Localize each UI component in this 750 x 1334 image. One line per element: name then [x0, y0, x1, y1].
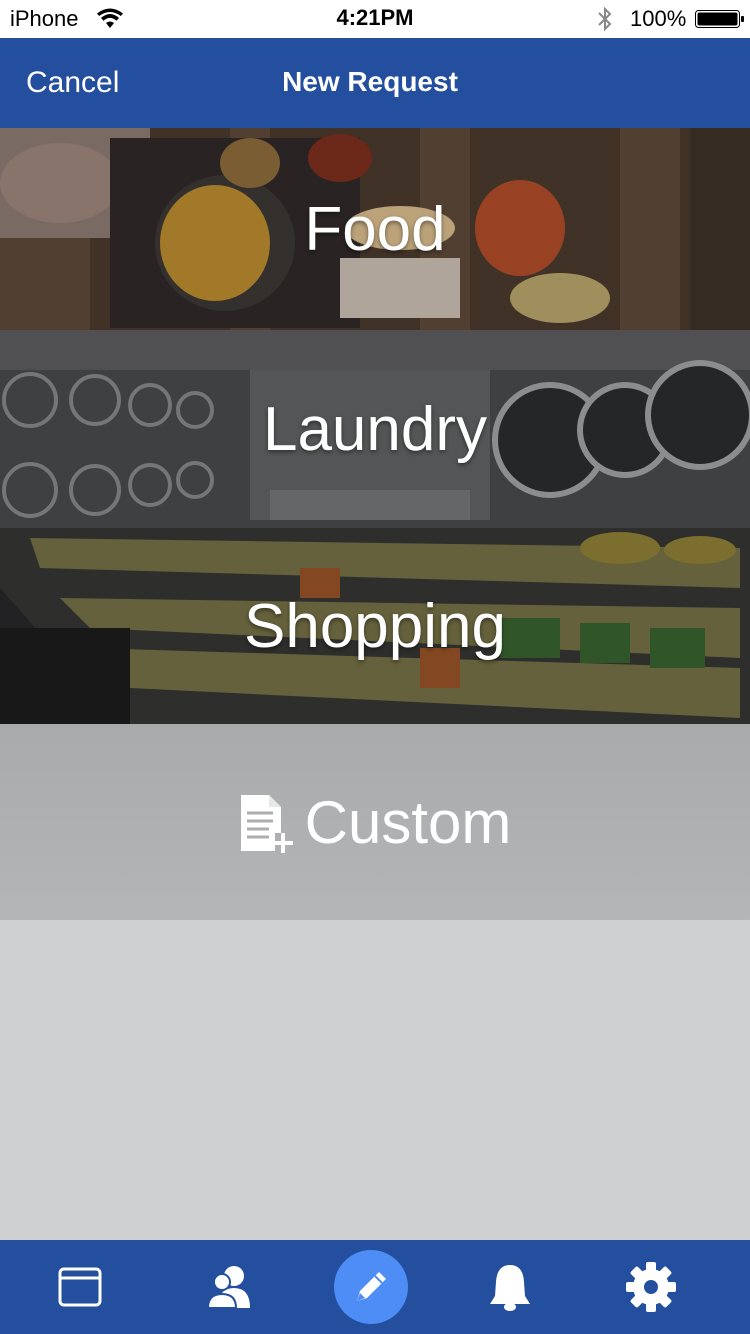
- category-shopping[interactable]: Shopping: [0, 528, 750, 724]
- tab-settings[interactable]: [576, 1240, 726, 1334]
- window-icon: [58, 1267, 102, 1307]
- bell-icon: [490, 1265, 530, 1311]
- add-document-icon: [240, 795, 293, 853]
- gear-icon: [626, 1262, 676, 1312]
- battery-icon: [695, 10, 744, 28]
- status-bar: iPhone 4:21PM 100%: [0, 0, 750, 38]
- category-custom[interactable]: Custom: [0, 724, 750, 920]
- shopping-label: Shopping: [243, 591, 507, 661]
- battery-percentage: 100%: [630, 6, 687, 31]
- navigation-bar: Cancel New Request: [0, 38, 750, 128]
- tab-contacts[interactable]: [155, 1240, 305, 1334]
- tab-requests[interactable]: [5, 1240, 155, 1334]
- custom-label: Custom: [304, 788, 512, 856]
- category-food[interactable]: Food: [0, 128, 750, 330]
- bluetooth-icon: [598, 6, 612, 32]
- category-laundry[interactable]: Laundry: [0, 330, 750, 528]
- laundry-label: Laundry: [262, 394, 488, 464]
- contacts-icon: [206, 1266, 250, 1309]
- empty-area: [0, 920, 750, 1240]
- pencil-icon: [357, 1272, 386, 1301]
- tab-new-request[interactable]: [296, 1240, 446, 1334]
- tab-notifications[interactable]: [435, 1240, 585, 1334]
- food-label: Food: [304, 194, 446, 264]
- tab-bar: [0, 1240, 750, 1334]
- active-tab-indicator: [334, 1250, 408, 1324]
- page-title: New Request: [282, 66, 458, 97]
